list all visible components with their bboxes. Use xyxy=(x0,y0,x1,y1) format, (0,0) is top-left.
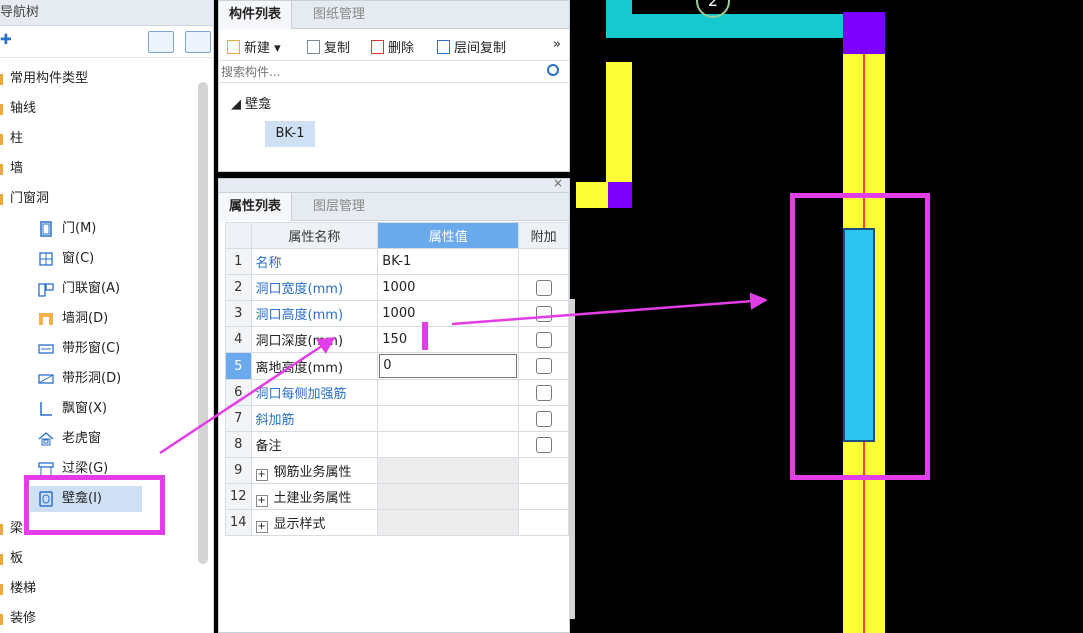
arrow-to-canvas xyxy=(451,292,768,326)
arrow-to-property xyxy=(159,336,336,455)
annotation-arrows xyxy=(159,292,768,455)
